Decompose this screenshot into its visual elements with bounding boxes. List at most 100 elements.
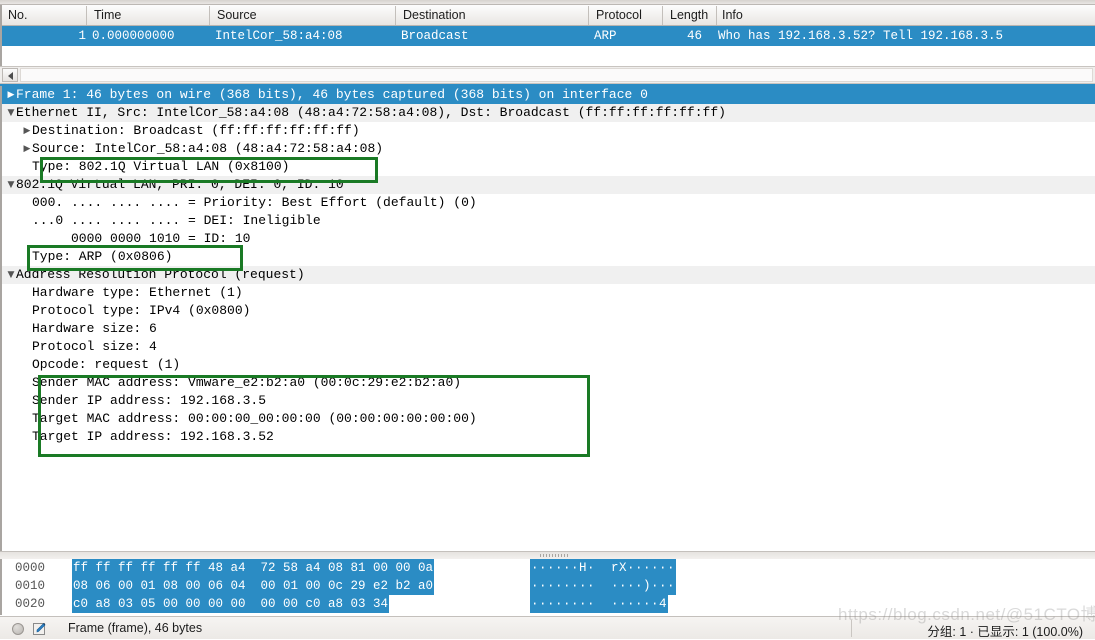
hex-bytes: c0 a8 03 05 00 00 00 00 00 00 c0 a8 03 3…: [72, 595, 390, 613]
packet-cell-no: 1: [78, 29, 86, 43]
detail-tree-row[interactable]: ▼ Ethernet II, Src: IntelCor_58:a4:08 (48…: [2, 104, 1095, 122]
packet-cell-info: Who has 192.168.3.52? Tell 192.168.3.5: [718, 29, 1004, 43]
packet-bytes-pane[interactable]: 0000 ff ff ff ff ff ff 48 a4 72 58 a4 08 …: [0, 559, 1095, 615]
status-left-text: Frame (frame), 46 bytes: [68, 621, 203, 635]
detail-tree-row[interactable]: ▼ Address Resolution Protocol (request): [2, 266, 1095, 284]
detail-tree-row[interactable]: Sender IP address: 192.168.3.5: [2, 392, 1095, 410]
detail-tree-label: Hardware type: Ethernet (1): [32, 285, 243, 300]
packet-cell-source: IntelCor_58:a4:08: [215, 29, 343, 43]
detail-tree-row[interactable]: ▶ Source: IntelCor_58:a4:08 (48:a4:72:58:…: [2, 140, 1095, 158]
scroll-left-arrow-icon[interactable]: [2, 68, 18, 82]
hex-ascii: ········ ······4: [530, 595, 669, 613]
detail-tree-label: Source: IntelCor_58:a4:08 (48:a4:72:58:a…: [32, 141, 384, 156]
column-header-info[interactable]: Info: [722, 8, 743, 22]
hex-offset: 0020: [15, 597, 46, 611]
hex-offset: 0000: [15, 561, 46, 575]
hex-ascii: ········ ····)···: [530, 577, 677, 595]
detail-tree-row[interactable]: 000. .... .... .... = Priority: Best Eff…: [2, 194, 1095, 212]
packet-cell-time: 0.000000000: [92, 29, 175, 43]
column-header-time[interactable]: Time: [94, 8, 121, 22]
detail-tree-label: 802.1Q Virtual LAN, PRI: 0, DEI: 0, ID: …: [16, 177, 344, 192]
detail-tree-label: ...0 .... .... .... = DEI: Ineligible: [32, 213, 321, 228]
status-divider: [851, 620, 852, 637]
detail-tree-row[interactable]: ▼ 802.1Q Virtual LAN, PRI: 0, DEI: 0, ID:…: [2, 176, 1095, 194]
packet-details-pane[interactable]: ▶ Frame 1: 46 bytes on wire (368 bits), 4…: [0, 86, 1095, 551]
detail-tree-label: Protocol size: 4: [32, 339, 157, 354]
chevron-down-icon[interactable]: ▼: [6, 266, 16, 284]
detail-tree-label: Protocol type: IPv4 (0x0800): [32, 303, 251, 318]
column-header-protocol[interactable]: Protocol: [596, 8, 642, 22]
detail-tree-row[interactable]: ▶ Frame 1: 46 bytes on wire (368 bits), 4…: [2, 86, 1095, 104]
detail-tree-row[interactable]: ...0 .... .... .... = DEI: Ineligible: [2, 212, 1095, 230]
scrollbar-track[interactable]: [20, 68, 1093, 82]
packet-list-column-header[interactable]: No. Time Source Destination Protocol Length In…: [2, 5, 1095, 26]
column-header-source[interactable]: Source: [217, 8, 257, 22]
detail-tree-row[interactable]: ▶ Destination: Broadcast (ff:ff:ff:ff:ff:…: [2, 122, 1095, 140]
detail-tree-row[interactable]: Type: 802.1Q Virtual LAN (0x8100): [2, 158, 1095, 176]
detail-tree-row[interactable]: 0000 0000 1010 = ID: 10: [2, 230, 1095, 248]
chevron-down-icon[interactable]: ▼: [6, 104, 16, 122]
column-header-length[interactable]: Length: [670, 8, 708, 22]
detail-tree-label: Address Resolution Protocol (request): [16, 267, 305, 282]
column-divider[interactable]: [588, 6, 589, 25]
column-divider[interactable]: [86, 6, 87, 25]
packet-cell-protocol: ARP: [594, 29, 617, 43]
hex-offset: 0010: [15, 579, 46, 593]
hex-ascii: ······H· rX······: [530, 559, 677, 577]
column-divider[interactable]: [209, 6, 210, 25]
chevron-right-icon[interactable]: ▶: [6, 86, 16, 104]
detail-tree-label: Destination: Broadcast (ff:ff:ff:ff:ff:f…: [32, 123, 360, 138]
detail-tree-row[interactable]: Protocol size: 4: [2, 338, 1095, 356]
detail-tree-row[interactable]: Sender MAC address: Vmware_e2:b2:a0 (00:…: [2, 374, 1095, 392]
column-header-no[interactable]: No.: [8, 8, 27, 22]
detail-tree-row[interactable]: Target MAC address: 00:00:00_00:00:00 (0…: [2, 410, 1095, 428]
chevron-right-icon[interactable]: ▶: [22, 122, 32, 140]
packet-cell-length: 46: [686, 29, 702, 43]
hex-dump-row[interactable]: 0010 08 06 00 01 08 00 06 04 00 01 00 0c …: [2, 577, 1095, 595]
packet-list-pane: No. Time Source Destination Protocol Length In…: [0, 5, 1095, 58]
table-row[interactable]: 1 0.000000000 IntelCor_58:a4:08 Broadcast AR…: [2, 26, 1095, 46]
detail-tree-label: Sender IP address: 192.168.3.5: [32, 393, 267, 408]
detail-tree-label: 0000 0000 1010 = ID: 10: [32, 231, 251, 246]
column-divider[interactable]: [716, 6, 717, 25]
detail-tree-row[interactable]: Protocol type: IPv4 (0x0800): [2, 302, 1095, 320]
detail-tree-row[interactable]: Hardware type: Ethernet (1): [2, 284, 1095, 302]
hex-dump-row[interactable]: 0020 c0 a8 03 05 00 00 00 00 00 00 c0 a8 …: [2, 595, 1095, 613]
detail-tree-row[interactable]: Type: ARP (0x0806): [2, 248, 1095, 266]
packet-list-horizontal-scrollbar[interactable]: [0, 66, 1095, 84]
detail-tree-row[interactable]: Target IP address: 192.168.3.52: [2, 428, 1095, 446]
detail-tree-label: Opcode: request (1): [32, 357, 181, 372]
status-packet-counts: 分组: 1 · 已显示: 1 (100.0%): [927, 625, 1083, 639]
column-divider[interactable]: [395, 6, 396, 25]
capture-comment-icon[interactable]: [33, 622, 47, 636]
expert-info-icon[interactable]: [12, 623, 24, 635]
chevron-right-icon[interactable]: ▶: [22, 140, 32, 158]
packet-cell-destination: Broadcast: [401, 29, 469, 43]
detail-tree-label: Frame 1: 46 bytes on wire (368 bits), 46…: [16, 87, 648, 102]
detail-tree-row[interactable]: Opcode: request (1): [2, 356, 1095, 374]
splitter-grip-icon: [540, 554, 570, 557]
detail-tree-row[interactable]: Hardware size: 6: [2, 320, 1095, 338]
chevron-down-icon[interactable]: ▼: [6, 176, 16, 194]
hex-bytes: ff ff ff ff ff ff 48 a4 72 58 a4 08 81 0…: [72, 559, 435, 577]
detail-tree-label: Hardware size: 6: [32, 321, 157, 336]
column-header-destination[interactable]: Destination: [403, 8, 466, 22]
hex-dump-row[interactable]: 0000 ff ff ff ff ff ff 48 a4 72 58 a4 08 …: [2, 559, 1095, 577]
status-bar: Frame (frame), 46 bytes 分组: 1 · 已显示: 1 (…: [0, 616, 1095, 639]
detail-tree-label: Type: ARP (0x0806): [32, 249, 173, 264]
column-divider[interactable]: [662, 6, 663, 25]
